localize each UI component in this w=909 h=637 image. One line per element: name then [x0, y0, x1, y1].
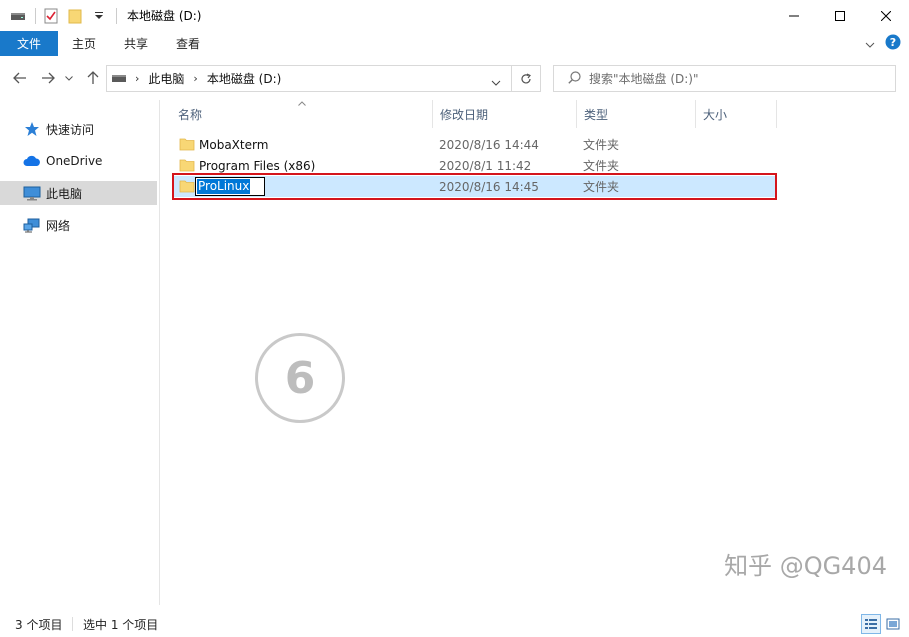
star-icon — [23, 121, 41, 137]
breadcrumb-drive-d[interactable]: 本地磁盘 (D:) — [207, 70, 281, 87]
navigation-bar: › 此电脑 › 本地磁盘 (D:) 搜索"本地磁盘 (D:)" — [0, 56, 909, 100]
toolbar-divider — [116, 7, 117, 24]
tab-home[interactable]: 主页 — [58, 31, 110, 56]
search-icon — [568, 70, 581, 87]
file-list: 名称 修改日期 类型 大小 MobaXterm 2020/8/16 14:44 … — [161, 100, 909, 605]
breadcrumb-separator-icon[interactable]: › — [193, 72, 197, 85]
new-folder-icon[interactable] — [66, 7, 84, 25]
file-date: 2020/8/16 14:44 — [439, 137, 539, 152]
navigation-pane: 快速访问 OneDrive 此电脑 网络 — [0, 100, 160, 605]
file-name: MobaXterm — [199, 137, 269, 152]
customize-toolbar-dropdown-icon[interactable] — [90, 7, 108, 25]
selected-count: 选中 1 个项目 — [83, 617, 159, 632]
details-view-button[interactable] — [861, 614, 881, 634]
refresh-icon — [521, 72, 531, 83]
watermark: 知乎 @QG404 — [724, 552, 887, 580]
sidebar-item-label: 此电脑 — [46, 186, 83, 201]
expand-ribbon-icon[interactable] — [865, 37, 875, 51]
up-button[interactable] — [82, 67, 104, 89]
tab-file[interactable]: 文件 — [0, 31, 58, 56]
search-placeholder: 搜索"本地磁盘 (D:)" — [589, 72, 699, 86]
network-icon — [23, 217, 41, 233]
sidebar-item-label: OneDrive — [46, 154, 103, 168]
annotation-highlight-box — [172, 173, 777, 200]
close-button[interactable] — [863, 0, 909, 31]
forward-button[interactable] — [37, 67, 59, 89]
address-dropdown-icon[interactable] — [491, 75, 501, 89]
view-toggle — [861, 614, 903, 634]
file-type: 文件夹 — [583, 159, 620, 173]
breadcrumb-this-pc[interactable]: 此电脑 — [148, 70, 184, 87]
svg-text:?: ? — [890, 36, 896, 49]
large-icons-view-button[interactable] — [883, 614, 903, 634]
large-icons-view-icon — [886, 618, 900, 630]
file-date: 2020/8/1 11:42 — [439, 158, 532, 173]
column-header-size[interactable]: 大小 — [694, 100, 776, 128]
properties-icon[interactable] — [42, 7, 60, 25]
help-icon[interactable]: ? — [885, 34, 901, 53]
file-name: Program Files (x86) — [199, 158, 316, 173]
column-divider[interactable] — [776, 100, 777, 128]
drive-icon — [9, 7, 27, 25]
step-number-badge: 6 — [255, 333, 345, 423]
window-controls — [771, 0, 909, 31]
column-header-type[interactable]: 类型 — [575, 100, 695, 128]
item-count: 3 个项目 — [15, 617, 63, 632]
quick-access-toolbar: 本地磁盘 (D:) — [0, 0, 201, 31]
drive-icon — [112, 72, 126, 86]
table-row[interactable]: MobaXterm 2020/8/16 14:44 文件夹 — [173, 134, 776, 155]
address-bar[interactable]: › 此电脑 › 本地磁盘 (D:) — [106, 65, 512, 92]
file-type: 文件夹 — [583, 138, 620, 152]
window-title: 本地磁盘 (D:) — [127, 9, 202, 23]
ribbon-tabs: 文件 主页 共享 查看 ? — [0, 31, 909, 56]
ribbon-controls: ? — [865, 31, 901, 56]
sidebar-item-this-pc[interactable]: 此电脑 — [0, 181, 157, 205]
refresh-button[interactable] — [511, 65, 541, 92]
recent-locations-button[interactable] — [62, 67, 76, 89]
tab-share[interactable]: 共享 — [110, 31, 162, 56]
sidebar-item-label: 网络 — [46, 218, 71, 233]
search-input[interactable]: 搜索"本地磁盘 (D:)" — [553, 65, 896, 92]
column-header-name[interactable]: 名称 — [169, 100, 432, 128]
column-header-date[interactable]: 修改日期 — [431, 100, 576, 128]
tab-view[interactable]: 查看 — [162, 31, 214, 56]
toolbar-divider — [35, 7, 36, 24]
maximize-button[interactable] — [817, 0, 863, 31]
back-button[interactable] — [9, 67, 31, 89]
minimize-button[interactable] — [771, 0, 817, 31]
title-bar: 本地磁盘 (D:) — [0, 0, 909, 31]
breadcrumb-separator-icon[interactable]: › — [135, 72, 139, 85]
cloud-icon — [23, 153, 41, 169]
folder-icon — [179, 158, 195, 172]
sidebar-item-quick-access[interactable]: 快速访问 — [0, 117, 157, 141]
computer-icon — [23, 185, 41, 201]
sidebar-item-network[interactable]: 网络 — [0, 213, 157, 237]
details-view-icon — [865, 619, 877, 629]
status-divider — [72, 617, 73, 631]
folder-icon — [179, 137, 195, 151]
status-bar: 3 个项目 选中 1 个项目 — [0, 611, 909, 637]
sidebar-item-onedrive[interactable]: OneDrive — [0, 149, 157, 173]
sidebar-item-label: 快速访问 — [46, 122, 95, 137]
